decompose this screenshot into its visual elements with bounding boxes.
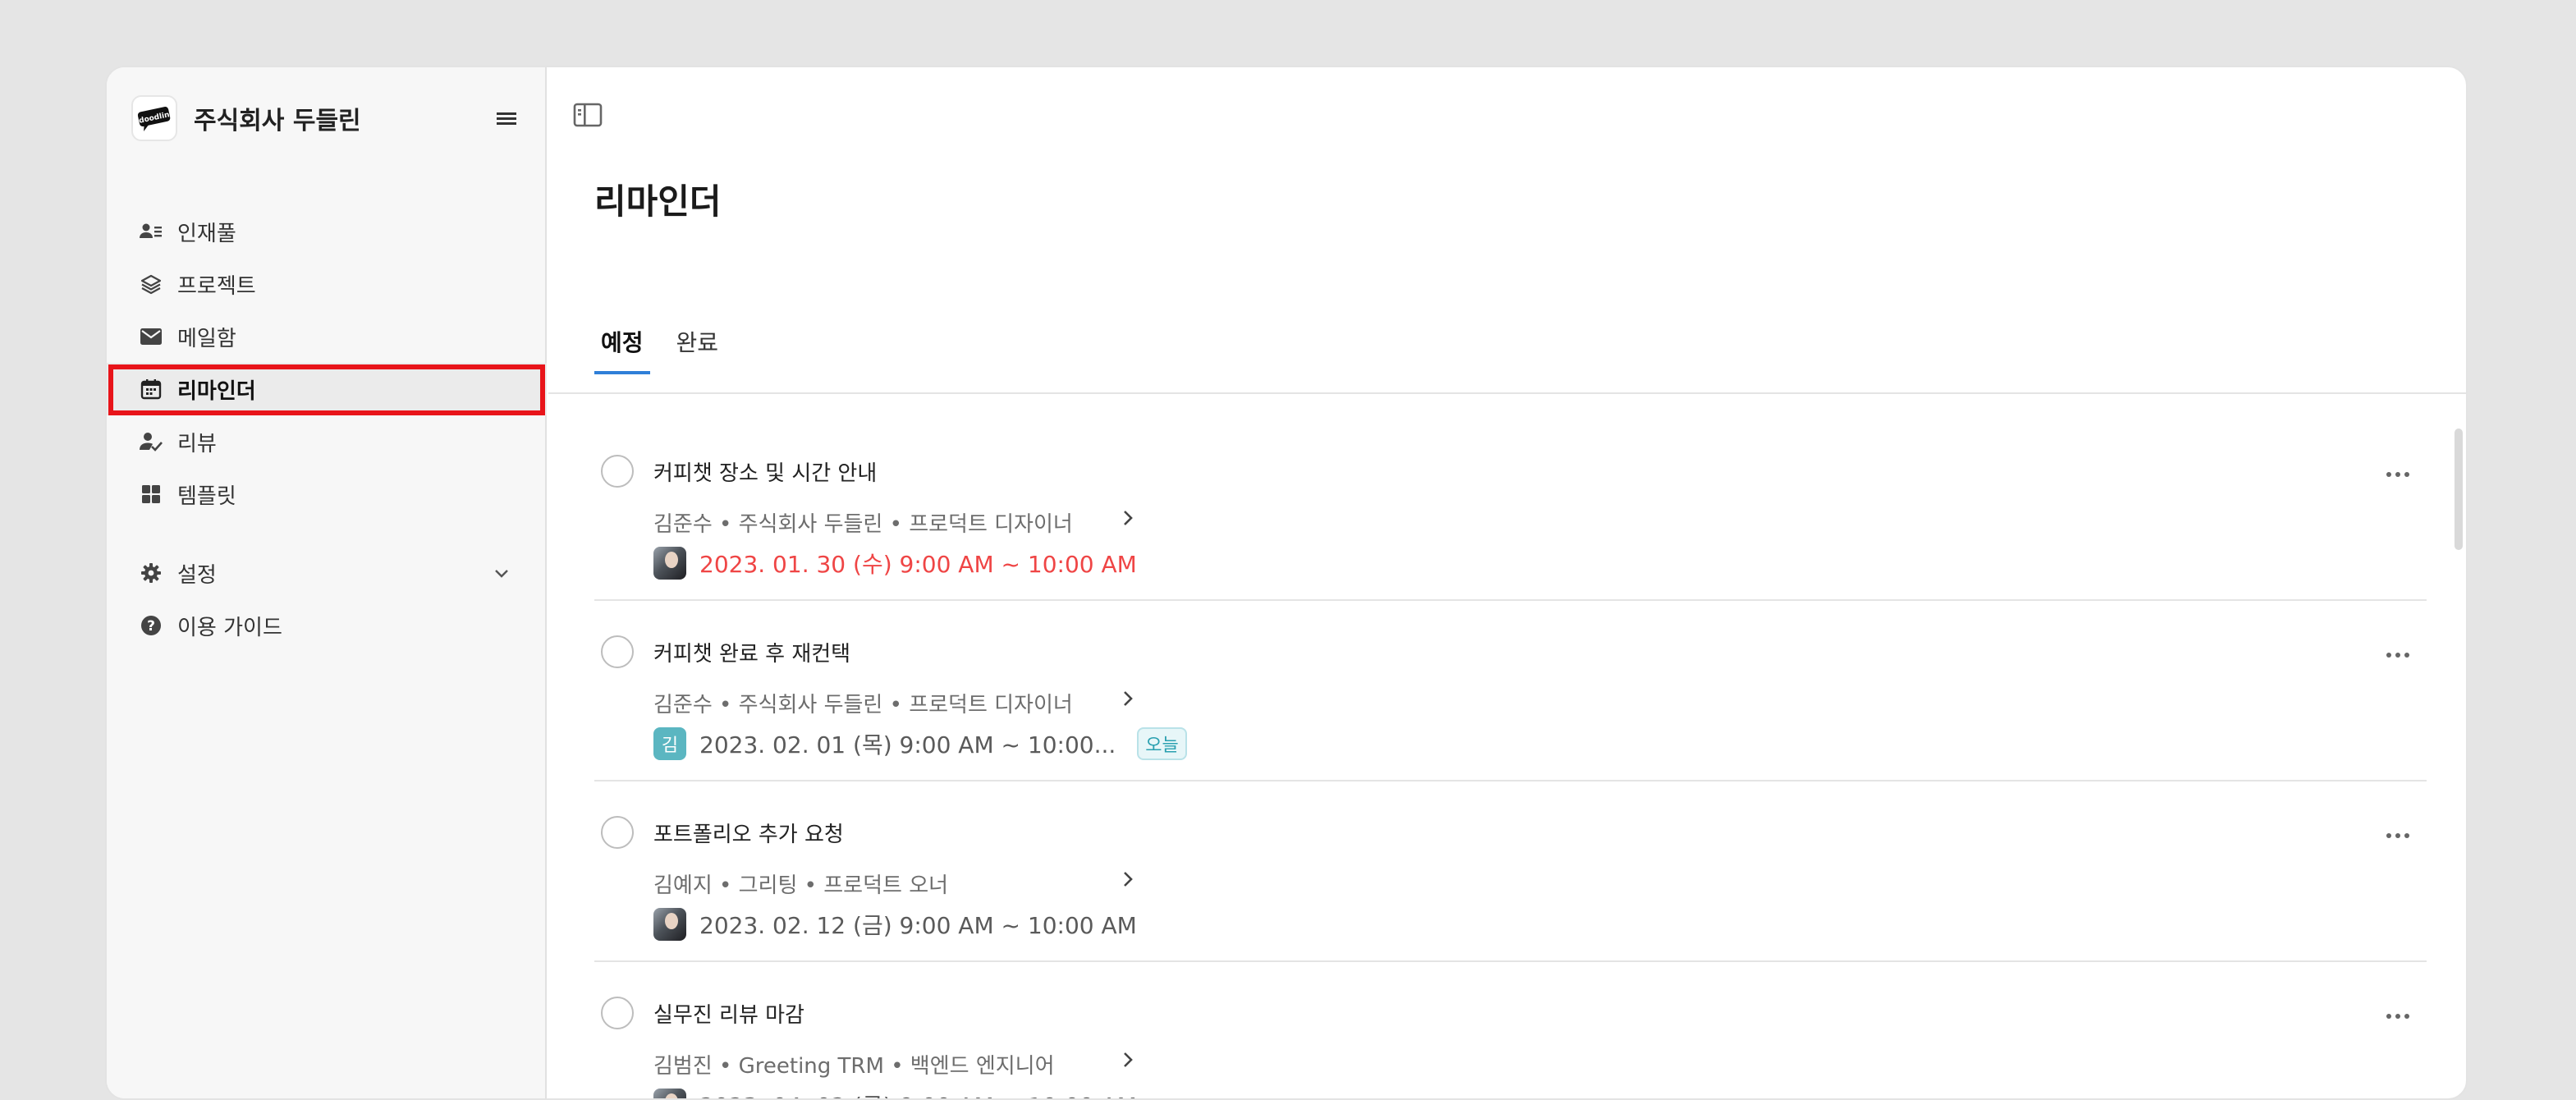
sidebar-item-label: 프로젝트 [177,273,256,299]
chevron-right-icon[interactable] [1120,1051,1136,1072]
more-options-icon[interactable] [2386,1008,2410,1024]
complete-checkbox[interactable] [601,455,634,488]
sidebar-item-label: 인재풀 [177,221,236,246]
reminder-title: 커피챗 완료 후 재컨택 [653,642,851,667]
chevron-right-icon[interactable] [1120,690,1136,711]
sidebar-item-mailbox[interactable]: 메일함 [107,310,547,363]
tab-scheduled[interactable]: 예정 [594,325,650,374]
more-options-icon[interactable] [2386,466,2410,482]
more-options-icon[interactable] [2386,647,2410,662]
tabs-divider [548,392,2466,394]
sidebar-item-label: 리마인더 [177,378,256,404]
complete-checkbox[interactable] [601,635,634,668]
chevron-right-icon[interactable] [1120,870,1136,891]
sidebar-toggle-icon[interactable] [573,102,603,131]
scrollbar[interactable] [2453,429,2466,550]
list-item[interactable]: 커피챗 장소 및 시간 안내 김준수 • 주식회사 두들린 • 프로덕트 디자이… [594,420,2427,601]
company-name: 주식회사 두들린 [194,107,361,135]
candidate-info: 김예지 • 그리팅 • 프로덕트 오너 [653,873,949,898]
list-item[interactable]: 실무진 리뷰 마감 김범진 • Greeting TRM • 백엔드 엔지니어 … [594,962,2427,1098]
sidebar: doodlin 주식회사 두들린 인재풀 프로젝트 메일함 리마인더 리뷰 템플… [107,67,547,1098]
sidebar-item-reminder[interactable]: 리마인더 [107,363,547,415]
layers-icon [140,273,163,296]
page-title: 리마인더 [594,181,722,222]
reminder-date-row: 2023. 01. 30 (수) 9:00 AM ~ 10:00 AM [653,547,1137,580]
reminder-title: 커피챗 장소 및 시간 안내 [653,461,878,486]
grid-icon [140,483,163,506]
gear-icon [140,561,163,584]
candidate-info: 김범진 • Greeting TRM • 백엔드 엔지니어 [653,1054,1055,1079]
list-item[interactable]: 커피챗 완료 후 재컨택 김준수 • 주식회사 두들린 • 프로덕트 디자이너 … [594,601,2427,781]
reminder-date: 2023. 04. 02 (금) 9:00 AM ~ 10:00 AM [699,1089,1137,1098]
sidebar-item-label: 리뷰 [177,431,217,456]
reminder-title: 실무진 리뷰 마감 [653,1003,804,1028]
chevron-right-icon[interactable] [1120,509,1136,530]
mail-icon [140,325,163,348]
reminder-date: 2023. 01. 30 (수) 9:00 AM ~ 10:00 AM [699,551,1137,578]
company-logo: doodlin [131,95,177,141]
sidebar-item-label: 메일함 [177,326,236,351]
list-item[interactable]: 포트폴리오 추가 요청 김예지 • 그리팅 • 프로덕트 오너 2023. 02… [594,781,2427,962]
sidebar-item-label: 설정 [177,562,217,588]
menu-icon[interactable] [494,107,519,130]
reminder-date-row: 2023. 04. 02 (금) 9:00 AM ~ 10:00 AM [653,1089,1137,1098]
tab-bar: 예정 완료 [594,325,745,374]
main-content: 리마인더 예정 완료 커피챗 장소 및 시간 안내 김준수 • 주식회사 두들린… [548,67,2466,1098]
sidebar-item-templates[interactable]: 템플릿 [107,468,547,520]
calendar-icon [140,378,163,401]
avatar: 김 [653,727,686,760]
sidebar-item-settings[interactable]: 설정 [107,547,547,599]
reminder-date-row: 김 2023. 02. 01 (목) 9:00 AM ~ 10:00... 오늘 [653,727,1187,760]
reminder-date-row: 2023. 02. 12 (금) 9:00 AM ~ 10:00 AM [653,908,1137,941]
reminder-title: 포트폴리오 추가 요청 [653,823,844,847]
chevron-down-icon[interactable] [493,563,511,588]
help-icon: ? [140,614,163,637]
sidebar-item-projects[interactable]: 프로젝트 [107,258,547,310]
today-badge: 오늘 [1137,727,1187,760]
sidebar-item-review[interactable]: 리뷰 [107,415,547,468]
more-options-icon[interactable] [2386,827,2410,843]
sidebar-item-talent-pool[interactable]: 인재풀 [107,205,547,258]
candidate-info: 김준수 • 주식회사 두들린 • 프로덕트 디자이너 [653,512,1073,537]
sidebar-item-guide[interactable]: ? 이용 가이드 [107,599,547,652]
avatar [653,1089,686,1098]
tab-completed[interactable]: 완료 [670,325,726,373]
svg-text:?: ? [147,618,155,635]
reminder-date: 2023. 02. 12 (금) 9:00 AM ~ 10:00 AM [699,912,1137,939]
candidate-info: 김준수 • 주식회사 두들린 • 프로덕트 디자이너 [653,693,1073,717]
people-list-icon [140,220,163,243]
scrollbar-thumb[interactable] [2455,429,2463,550]
sidebar-nav: 인재풀 프로젝트 메일함 리마인더 리뷰 템플릿 설정 ? 이용 가이드 [107,205,547,652]
app-window: doodlin 주식회사 두들린 인재풀 프로젝트 메일함 리마인더 리뷰 템플… [105,66,2468,1100]
user-check-icon [140,430,163,453]
complete-checkbox[interactable] [601,816,634,849]
reminder-list: 커피챗 장소 및 시간 안내 김준수 • 주식회사 두들린 • 프로덕트 디자이… [594,420,2427,1098]
sidebar-item-label: 이용 가이드 [177,615,282,640]
brand: doodlin 주식회사 두들린 [131,95,525,141]
avatar [653,547,686,580]
avatar [653,908,686,941]
sidebar-item-label: 템플릿 [177,484,236,509]
complete-checkbox[interactable] [601,997,634,1029]
reminder-date: 2023. 02. 01 (목) 9:00 AM ~ 10:00... [699,731,1116,759]
